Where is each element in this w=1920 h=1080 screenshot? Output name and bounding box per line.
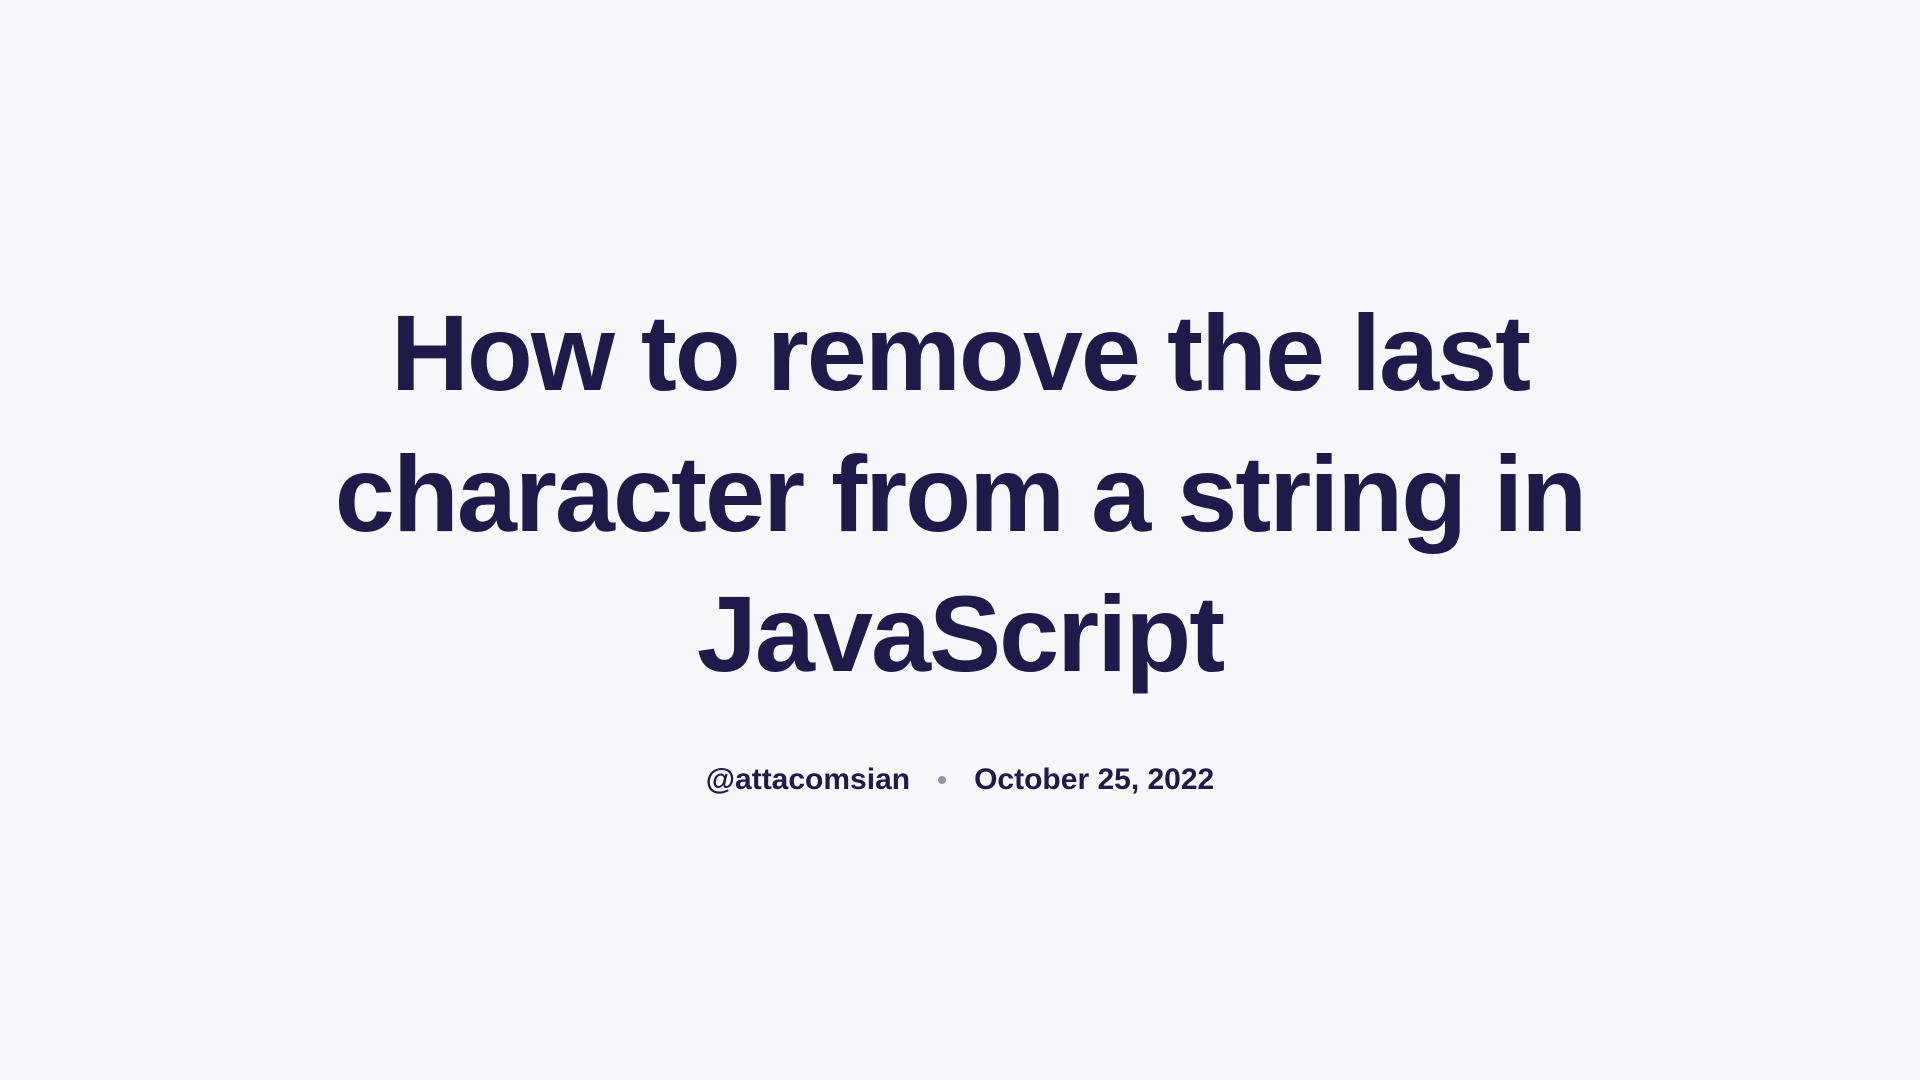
- article-meta: @attacomsian October 25, 2022: [260, 763, 1660, 797]
- separator-dot: [938, 776, 946, 784]
- article-author: @attacomsian: [706, 763, 910, 797]
- article-date: October 25, 2022: [974, 763, 1214, 797]
- article-title: How to remove the last character from a …: [260, 283, 1660, 704]
- article-card: How to remove the last character from a …: [260, 283, 1660, 796]
